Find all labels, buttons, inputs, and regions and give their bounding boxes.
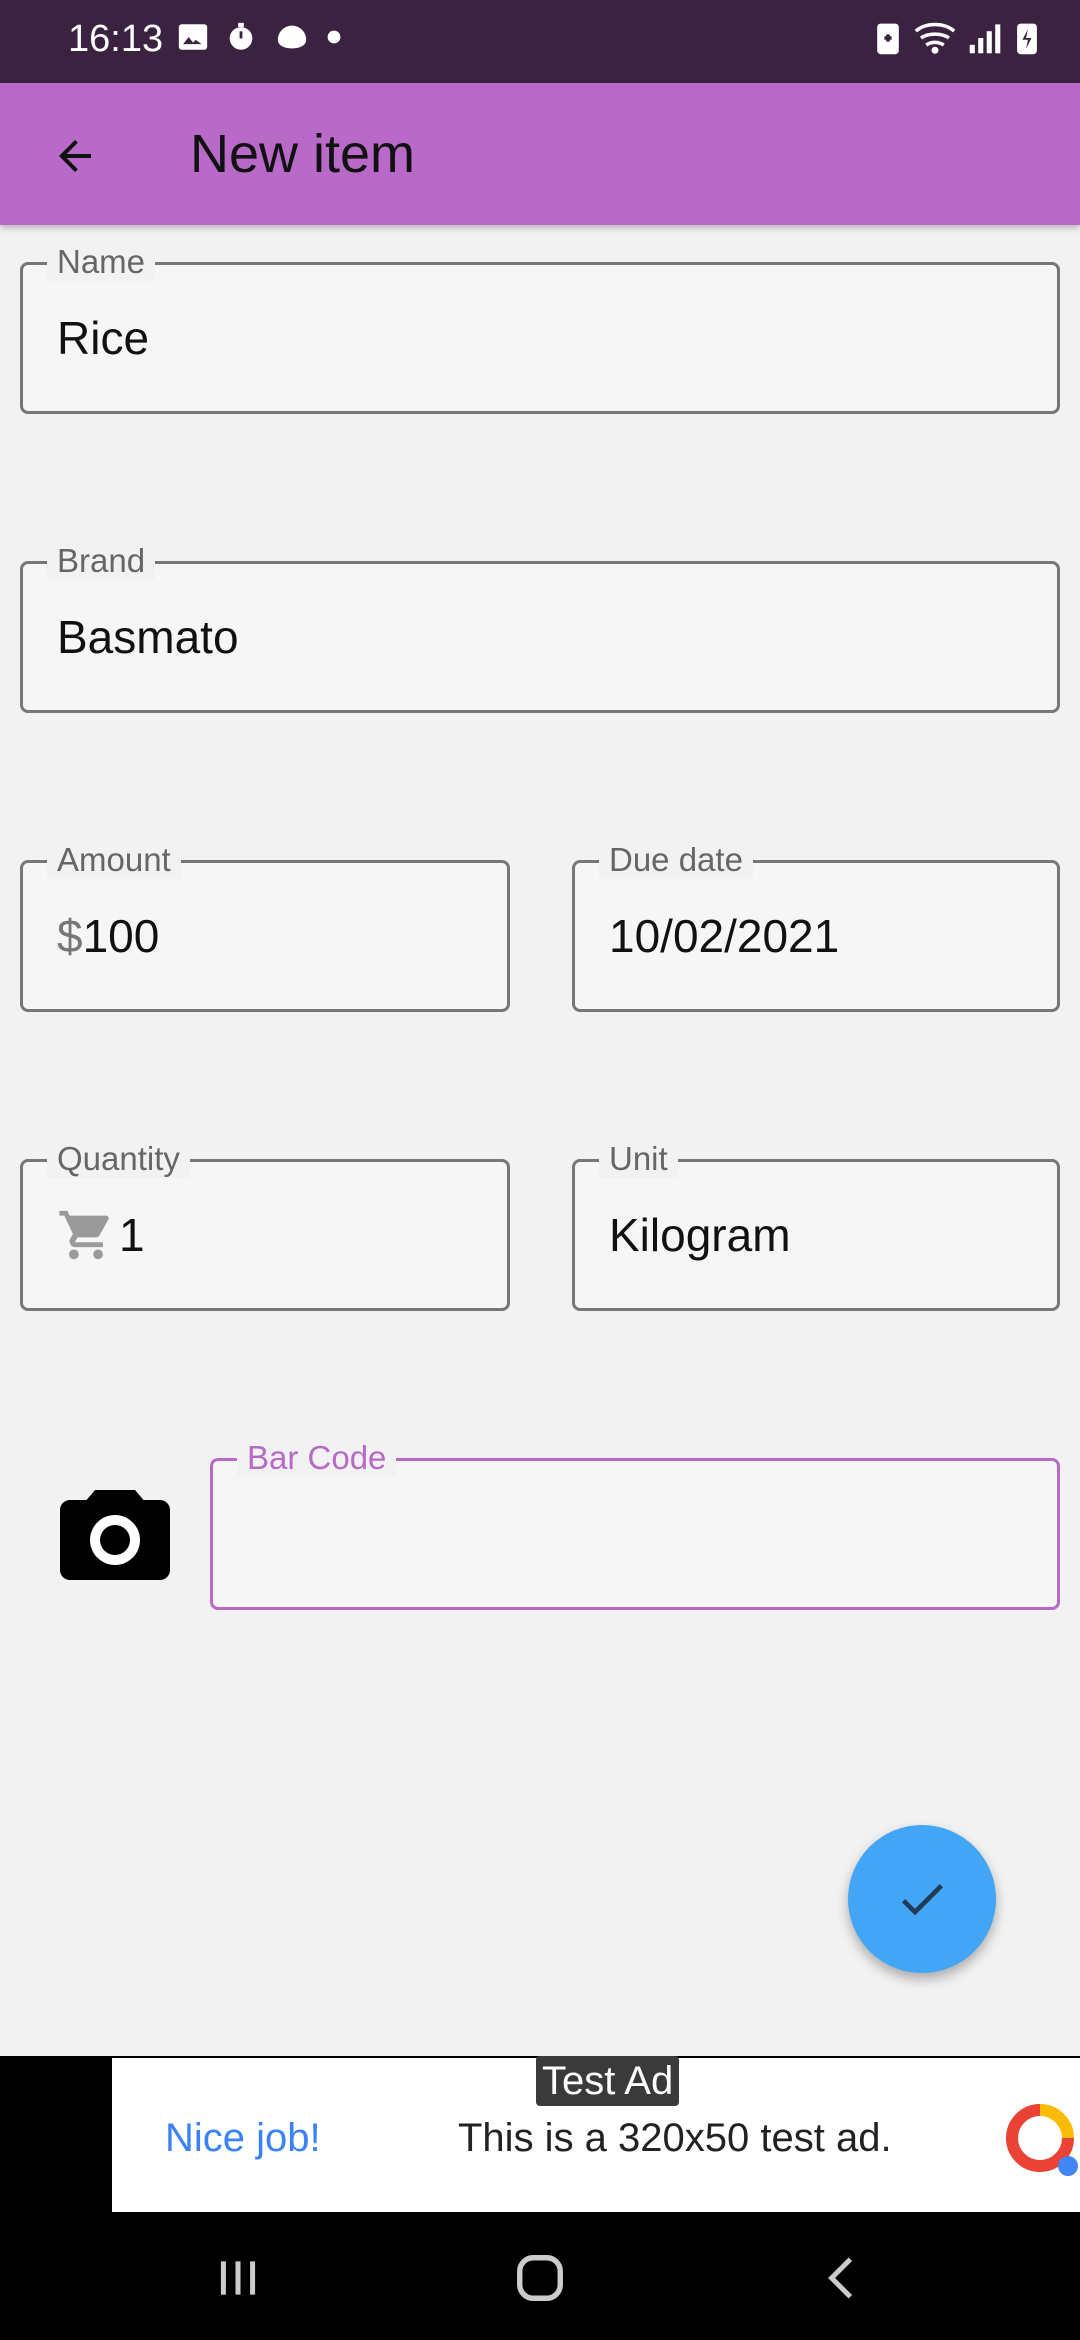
- barcode-label: Bar Code: [237, 1439, 397, 1477]
- ad-badge: Test Ad: [536, 2056, 680, 2106]
- ad-headline[interactable]: Nice job!: [165, 2116, 321, 2161]
- app-bar: New item: [0, 83, 1080, 225]
- due-date-value: 10/02/2021: [609, 910, 840, 962]
- nav-home-button[interactable]: [510, 2248, 570, 2308]
- battery-saver-icon: [877, 23, 899, 55]
- quantity-value-wrapper: 1: [57, 1206, 145, 1264]
- unit-label: Unit: [599, 1140, 678, 1178]
- ad-logo-icon: [1006, 2104, 1078, 2176]
- back-arrow-icon: [59, 140, 91, 172]
- name-field[interactable]: Name Rice: [20, 243, 1060, 414]
- barcode-field[interactable]: Bar Code: [210, 1439, 1060, 1610]
- dot-icon: [327, 30, 341, 44]
- brand-field[interactable]: Brand Basmato: [20, 542, 1060, 713]
- camera-button[interactable]: [60, 1480, 170, 1580]
- brand-label: Brand: [47, 542, 156, 580]
- cart-icon: [59, 1210, 109, 1260]
- image-icon: [178, 24, 208, 50]
- amount-value-wrapper: $100: [57, 909, 159, 963]
- wifi-icon: [914, 22, 956, 54]
- nav-recents-icon: [220, 2261, 256, 2295]
- name-label: Name: [47, 243, 156, 281]
- camera-icon: [60, 1490, 170, 1580]
- nav-home-icon: [517, 2255, 563, 2301]
- system-status-icons: [874, 20, 1040, 56]
- status-time: 16:13: [68, 18, 164, 60]
- due-date-label: Due date: [599, 841, 753, 879]
- nav-recents-button[interactable]: [208, 2248, 268, 2308]
- battery-icon: [1017, 23, 1037, 55]
- nav-back-button[interactable]: [812, 2248, 872, 2308]
- currency-prefix: $: [57, 910, 83, 962]
- name-value: Rice: [57, 312, 150, 364]
- check-icon: [901, 1884, 943, 1916]
- app-notification-icon: [277, 25, 307, 49]
- system-nav-bar: [0, 2216, 1080, 2340]
- signal-icon: [969, 24, 1001, 54]
- amount-field[interactable]: Amount $100: [20, 841, 510, 1012]
- unit-value: Kilogram: [609, 1209, 791, 1261]
- nav-back-icon: [828, 2257, 853, 2299]
- save-button[interactable]: [848, 1825, 996, 1973]
- status-bar: 16:13: [0, 0, 1080, 83]
- amount-value: 100: [82, 910, 160, 962]
- quantity-field[interactable]: Quantity 1: [20, 1140, 510, 1311]
- quantity-value: 1: [119, 1209, 145, 1261]
- timer-icon: [229, 22, 253, 50]
- ad-text: This is a 320x50 test ad.: [458, 2116, 892, 2160]
- page-title: New item: [190, 124, 416, 184]
- back-button[interactable]: [40, 121, 110, 191]
- unit-field[interactable]: Unit Kilogram: [572, 1140, 1060, 1311]
- due-date-field[interactable]: Due date 10/02/2021: [572, 841, 1060, 1012]
- quantity-label: Quantity: [47, 1140, 190, 1178]
- amount-label: Amount: [47, 841, 181, 879]
- brand-value: Basmato: [57, 611, 239, 663]
- notification-icons: [176, 20, 342, 54]
